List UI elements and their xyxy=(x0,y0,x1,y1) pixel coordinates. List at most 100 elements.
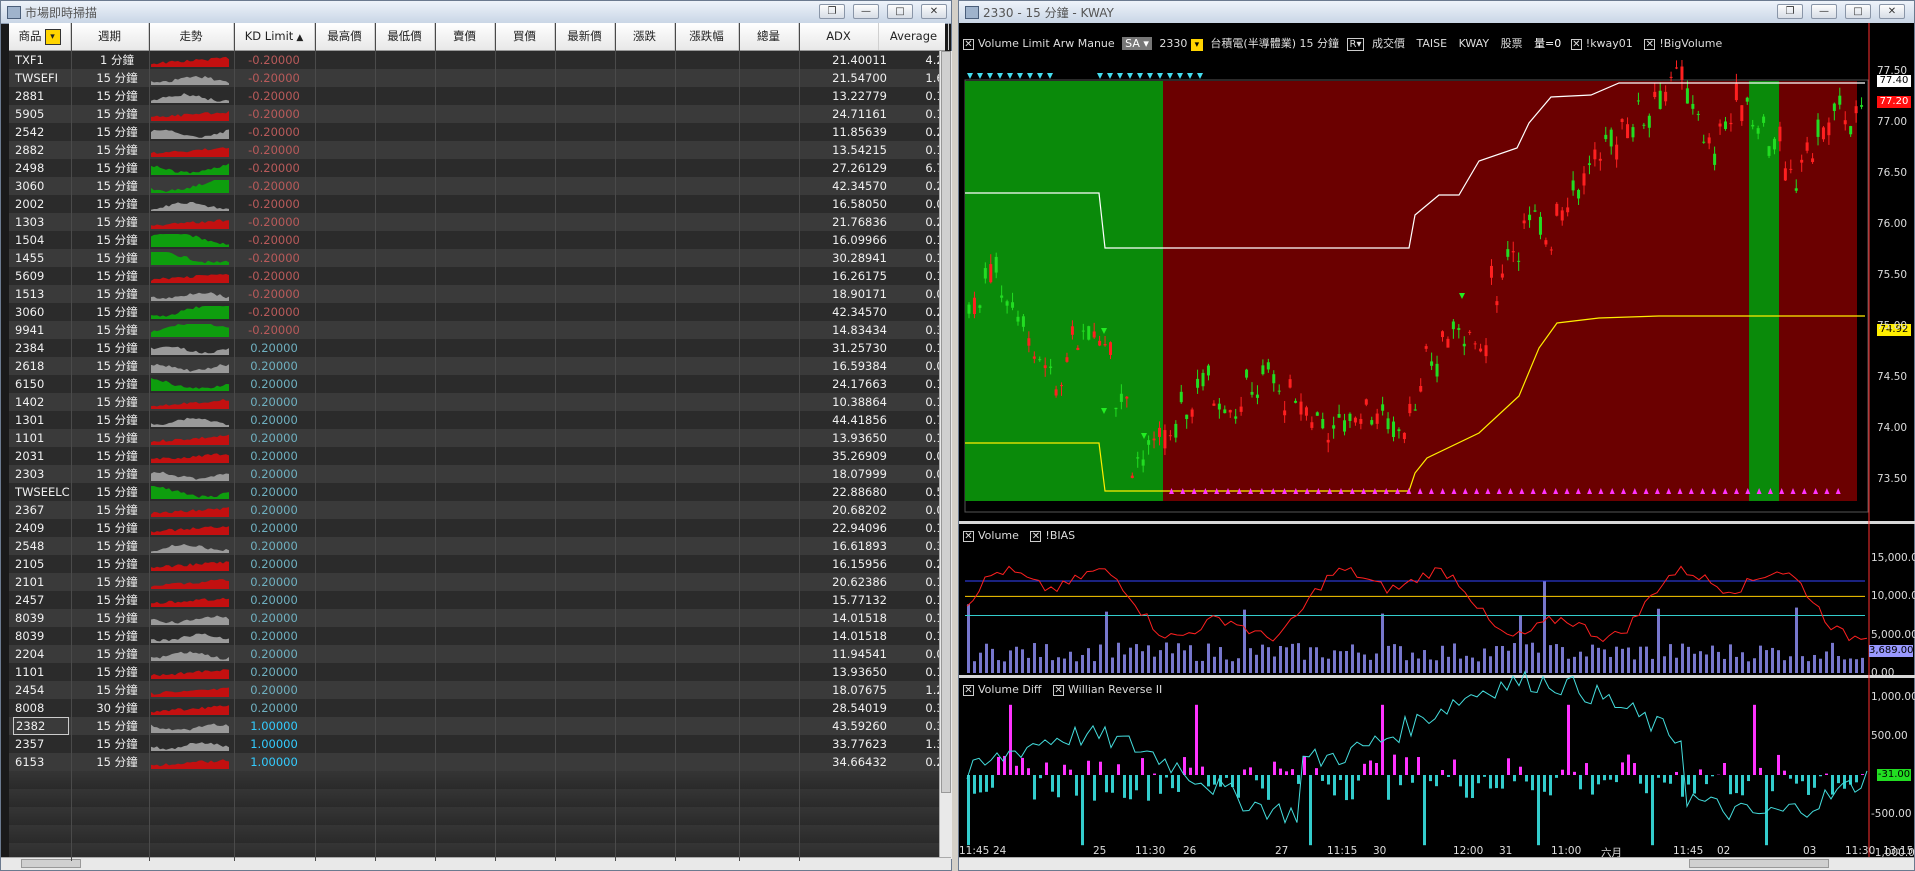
r-dropdown[interactable]: R▾ xyxy=(1346,38,1365,51)
maximize-icon[interactable]: □ xyxy=(887,4,913,19)
volume-diff-bar xyxy=(1273,761,1276,775)
minimize-icon[interactable]: — xyxy=(853,4,879,19)
column-header-4[interactable]: 最高價 xyxy=(315,23,375,50)
time-tick: 11:30 xyxy=(1135,845,1166,857)
sparkline-fill xyxy=(151,742,229,751)
column-header-0[interactable]: 商品 ▾ xyxy=(9,23,71,50)
volume-bar xyxy=(1549,645,1552,673)
close-volumediff-icon[interactable]: ✕ xyxy=(963,684,974,696)
chart-titlebar[interactable]: 2330 - 15 分鐘 - KWAY ❐ — □ ✕ xyxy=(959,1,1914,24)
volume-bar xyxy=(1099,644,1102,673)
column-header-8[interactable]: 最新價 xyxy=(555,23,615,50)
volume-bar xyxy=(1645,646,1648,673)
cell-adx: 42.34570 xyxy=(832,179,887,193)
trend-sparkline xyxy=(151,274,229,283)
restore-icon[interactable]: ❐ xyxy=(1777,4,1803,19)
candle-body xyxy=(1549,249,1553,251)
candle-body xyxy=(1119,393,1123,402)
close-volume-icon[interactable]: ✕ xyxy=(963,530,974,542)
cell-average: 4.21 xyxy=(925,53,945,67)
maximize-icon[interactable]: □ xyxy=(1845,4,1871,19)
column-header-10[interactable]: 漲跌幅 xyxy=(675,23,739,50)
chart-hscroll-thumb[interactable] xyxy=(1689,859,1829,868)
chart-area[interactable]: ✕ Volume Limit Arw Manue SA ▾ 2330 ▾ 台積電(… xyxy=(959,23,1915,861)
cell-kd-limit: 0.20000 xyxy=(250,395,298,409)
candle-body xyxy=(1626,124,1630,139)
column-header-7[interactable]: 買價 xyxy=(495,23,555,50)
minimize-icon[interactable]: — xyxy=(1811,4,1837,19)
volume-bar xyxy=(1255,654,1258,673)
candle-body xyxy=(1506,249,1510,257)
hscroll-thumb[interactable] xyxy=(21,859,81,868)
chart-horizontal-scrollbar[interactable] xyxy=(959,857,1914,870)
cell-average: 1.67 xyxy=(925,71,945,85)
cell-kd-limit: -0.20000 xyxy=(248,125,300,139)
cell-kd-limit: 1.00000 xyxy=(250,737,298,751)
column-header-1[interactable]: 週期 xyxy=(71,23,149,50)
cell-kd-limit: 0.20000 xyxy=(250,431,298,445)
volume-bar xyxy=(1861,657,1864,673)
volume-diff-bar xyxy=(1681,775,1684,797)
volume-diff-bar xyxy=(1693,775,1696,794)
cell-symbol: 2384 xyxy=(15,341,45,355)
volume-diff-bar xyxy=(1381,704,1384,775)
trend-sparkline xyxy=(151,471,229,481)
volume-bar xyxy=(1675,657,1678,673)
volume-diff-bar xyxy=(1753,704,1756,775)
volume-diff-bar xyxy=(1081,775,1084,846)
column-header-12[interactable]: ADX xyxy=(799,23,879,50)
sparkline-fill xyxy=(151,324,229,337)
sparkline-fill xyxy=(151,252,229,265)
price-tick: 75.00 xyxy=(1877,320,1908,332)
column-header-9[interactable]: 漲跌 xyxy=(615,23,675,50)
cyan-arrow xyxy=(977,73,983,79)
volume-diff-bar xyxy=(1387,775,1390,800)
volume-diff-bar xyxy=(1759,767,1762,775)
volume-tick: 15,000.00 xyxy=(1871,552,1915,564)
column-header-13[interactable]: Average xyxy=(879,23,949,50)
close-bigvolume-icon[interactable]: ✕ xyxy=(1644,38,1656,50)
volume-diff-bar xyxy=(1813,775,1816,788)
price-chart-svg[interactable] xyxy=(959,23,1915,861)
column-header-6[interactable]: 賣價 xyxy=(435,23,495,50)
candle-body xyxy=(1664,91,1668,102)
close-indicator-icon[interactable]: ✕ xyxy=(963,38,974,50)
candle-body xyxy=(978,305,982,308)
column-header-5[interactable]: 最低價 xyxy=(375,23,435,50)
cell-symbol: 1101 xyxy=(15,665,45,679)
symbol-dropdown-icon[interactable]: ▾ xyxy=(1190,39,1203,51)
horizontal-scrollbar[interactable] xyxy=(1,857,951,870)
column-header-11[interactable]: 總量 xyxy=(739,23,799,50)
close-icon[interactable]: ✕ xyxy=(1879,4,1905,19)
volume-diff-bar xyxy=(1147,775,1150,801)
column-header-3[interactable]: KD Limit ▲ xyxy=(234,23,315,50)
close-icon[interactable]: ✕ xyxy=(921,4,947,19)
candle-body xyxy=(1495,301,1499,306)
cell-symbol: 2303 xyxy=(15,467,45,481)
sa-dropdown[interactable]: SA ▾ xyxy=(1122,37,1152,50)
scroll-thumb[interactable] xyxy=(941,51,951,793)
candle-body xyxy=(1234,416,1238,419)
filter-dropdown-icon[interactable]: ▾ xyxy=(44,28,61,45)
restore-icon[interactable]: ❐ xyxy=(819,4,845,19)
sparkline-fill xyxy=(151,363,229,373)
scanner-titlebar[interactable]: 市場即時掃描 ❐ — □ ✕ xyxy=(1,1,951,24)
volume-diff-bar xyxy=(1777,754,1780,775)
volume-diff-bar xyxy=(1183,757,1186,775)
volume-bar xyxy=(1465,655,1468,673)
volume-bar xyxy=(1159,650,1162,673)
trend-sparkline xyxy=(151,129,229,139)
volume-diff-bar xyxy=(1177,775,1180,792)
close-bias-icon[interactable]: ✕ xyxy=(1030,530,1042,542)
column-header-2[interactable]: 走勢 xyxy=(149,23,234,50)
sparkline-fill xyxy=(151,669,229,679)
volume-diff-bar xyxy=(1525,775,1528,782)
cell-average: 0.07 xyxy=(925,197,945,211)
volume-bar xyxy=(1021,649,1024,673)
volume-diff-bar xyxy=(997,756,1000,775)
volume-diff-bar xyxy=(1465,775,1468,798)
close-kway01-icon[interactable]: ✕ xyxy=(1570,38,1582,50)
vertical-scrollbar[interactable] xyxy=(939,51,952,859)
cell-kd-limit: 0.20000 xyxy=(250,503,298,517)
close-willian-icon[interactable]: ✕ xyxy=(1053,684,1065,696)
